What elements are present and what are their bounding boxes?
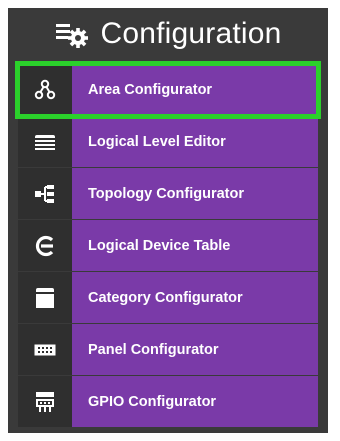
menu-item-label: Logical Device Table [88, 237, 231, 254]
menu-item-panel-configurator[interactable]: Panel Configurator [18, 324, 318, 376]
stacked-lines-icon [18, 116, 72, 167]
page-title: Configuration [100, 17, 282, 50]
menu-item-label: GPIO Configurator [88, 393, 217, 410]
topology-icon [18, 168, 72, 219]
menu-item-label: Logical Level Editor [88, 133, 226, 150]
menu-item-logical-device-table[interactable]: Logical Device Table [18, 220, 318, 272]
menu-item-label: Category Configurator [88, 289, 243, 306]
area-network-icon [18, 64, 72, 115]
menu-item-topology-configurator[interactable]: Topology Configurator [18, 168, 318, 220]
device-table-icon [18, 220, 72, 271]
gpio-icon [18, 376, 72, 427]
configuration-header: Configuration [8, 8, 328, 60]
menu-item-label: Panel Configurator [88, 341, 219, 358]
menu-item-label: Area Configurator [88, 81, 213, 98]
category-stack-icon [18, 272, 72, 323]
configuration-panel: Configuration Area Configurator Logical … [8, 8, 328, 433]
panel-keypad-icon [18, 324, 72, 375]
menu-item-gpio-configurator[interactable]: GPIO Configurator [18, 376, 318, 428]
menu-item-logical-level-editor[interactable]: Logical Level Editor [18, 116, 318, 168]
menu-item-label: Topology Configurator [88, 185, 244, 202]
configuration-menu: Area Configurator Logical Level Editor T… [15, 61, 321, 428]
menu-item-area-configurator[interactable]: Area Configurator [15, 61, 321, 119]
menu-item-category-configurator[interactable]: Category Configurator [18, 272, 318, 324]
gear-config-icon [54, 18, 92, 50]
